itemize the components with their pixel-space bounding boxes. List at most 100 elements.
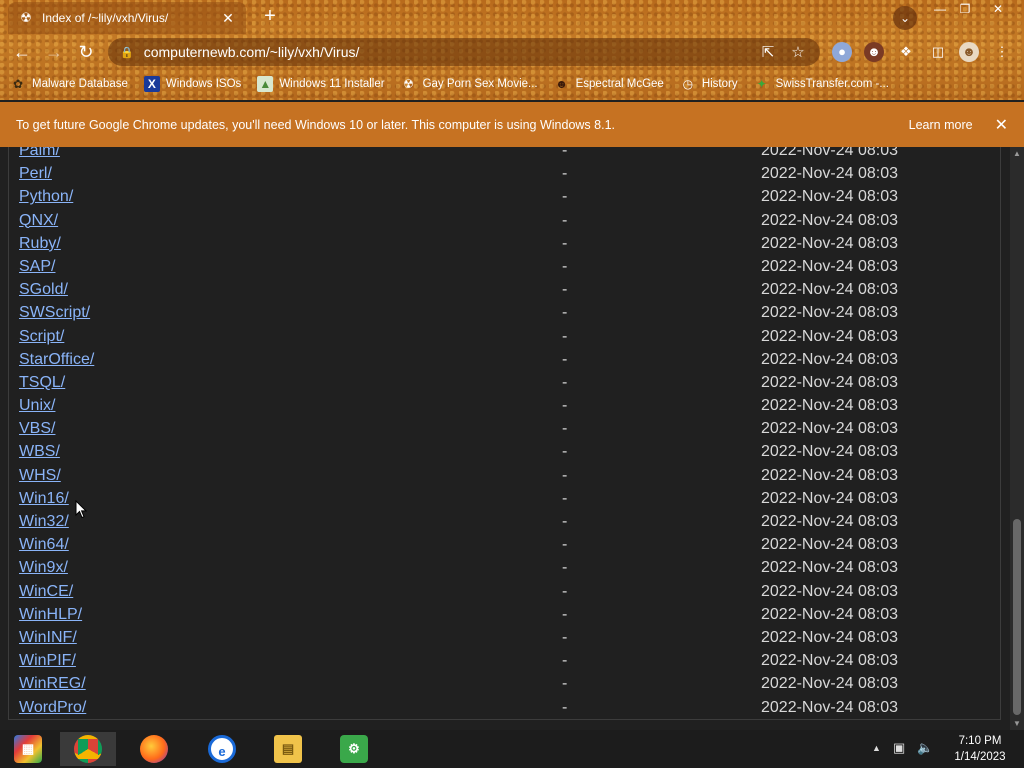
- bookmark-swisstransfer[interactable]: ✦ SwissTransfer.com -...: [754, 76, 889, 92]
- forward-icon[interactable]: →: [42, 41, 66, 65]
- directory-link[interactable]: Perl/: [19, 165, 52, 183]
- directory-link[interactable]: Win32/: [19, 513, 69, 531]
- bookmark-site[interactable]: ☢ Gay Porn Sex Movie...: [401, 76, 537, 92]
- scroll-down-icon[interactable]: ▼: [1013, 719, 1021, 728]
- directory-link[interactable]: WBS/: [19, 443, 60, 461]
- table-row: SGold/ - 2022-Nov-24 08:03: [19, 278, 999, 301]
- modified-date-cell: 2022-Nov-24 08:03: [761, 304, 898, 322]
- infobar-close-icon[interactable]: ✕: [995, 115, 1008, 135]
- menu-icon[interactable]: ⋮: [992, 42, 1012, 62]
- size-cell: -: [562, 443, 568, 461]
- table-row: WHS/ - 2022-Nov-24 08:03: [19, 464, 999, 487]
- directory-link[interactable]: Palm/: [19, 147, 60, 160]
- directory-link[interactable]: Win9x/: [19, 559, 68, 577]
- clock-time: 7:10 PM: [958, 735, 1002, 747]
- tab-close-icon[interactable]: ✕: [220, 10, 236, 27]
- window-close-icon[interactable]: ✕: [986, 2, 1010, 18]
- directory-link[interactable]: Win16/: [19, 490, 69, 508]
- size-cell: -: [562, 559, 568, 577]
- table-row: StarOffice/ - 2022-Nov-24 08:03: [19, 348, 999, 371]
- taskbar-edge[interactable]: e: [194, 732, 250, 766]
- extension-flag-icon[interactable]: ●: [832, 42, 852, 62]
- modified-date-cell: 2022-Nov-24 08:03: [761, 698, 898, 716]
- modified-date-cell: 2022-Nov-24 08:03: [761, 188, 898, 206]
- directory-link[interactable]: SGold/: [19, 281, 68, 299]
- directory-link[interactable]: WinCE/: [19, 583, 73, 601]
- bookmark-espectral-mcgee[interactable]: ☻ Espectral McGee: [554, 76, 664, 92]
- table-row: SAP/ - 2022-Nov-24 08:03: [19, 255, 999, 278]
- minimize-icon[interactable]: —: [928, 2, 952, 18]
- size-cell: -: [562, 281, 568, 299]
- directory-link[interactable]: WinINF/: [19, 629, 77, 647]
- clock-date: 1/14/2023: [954, 751, 1006, 763]
- table-row: Win16/ - 2022-Nov-24 08:03: [19, 487, 999, 510]
- directory-link[interactable]: WinPIF/: [19, 652, 76, 670]
- network-icon[interactable]: ▣: [893, 740, 905, 756]
- url-text[interactable]: computernewb.com/~lily/vxh/Virus/: [144, 44, 748, 60]
- taskbar-network-app[interactable]: ⚙: [326, 732, 382, 766]
- modified-date-cell: 2022-Nov-24 08:03: [761, 327, 898, 345]
- update-infobar: To get future Google Chrome updates, you…: [0, 102, 1024, 147]
- directory-link[interactable]: Python/: [19, 188, 73, 206]
- directory-link[interactable]: Ruby/: [19, 235, 61, 253]
- size-cell: -: [562, 582, 568, 600]
- file-explorer-icon: ▤: [274, 735, 302, 763]
- bookmark-windows-isos[interactable]: X Windows ISOs: [143, 76, 241, 92]
- directory-link[interactable]: SWScript/: [19, 304, 90, 322]
- taskbar-firefox[interactable]: [126, 732, 182, 766]
- size-cell: -: [562, 675, 568, 693]
- directory-link[interactable]: QNX/: [19, 212, 58, 230]
- directory-link[interactable]: TSQL/: [19, 374, 65, 392]
- tray-overflow-icon[interactable]: ▲: [872, 743, 881, 753]
- directory-link[interactable]: WHS/: [19, 467, 61, 485]
- directory-link[interactable]: SAP/: [19, 258, 55, 276]
- size-cell: -: [562, 257, 568, 275]
- modified-date-cell: 2022-Nov-24 08:03: [761, 675, 898, 693]
- share-icon[interactable]: ⇱: [758, 43, 778, 61]
- table-row: Palm/ - 2022-Nov-24 08:03: [19, 147, 999, 162]
- learn-more-link[interactable]: Learn more: [909, 118, 973, 132]
- modified-date-cell: 2022-Nov-24 08:03: [761, 211, 898, 229]
- infobar-message: To get future Google Chrome updates, you…: [16, 117, 615, 132]
- directory-link[interactable]: WordPro/: [19, 699, 86, 717]
- volume-icon[interactable]: 🔈: [917, 740, 933, 756]
- bookmark-malware-database[interactable]: ✿ Malware Database: [10, 76, 128, 92]
- page-scrollbar[interactable]: ▲ ▼: [1010, 147, 1024, 730]
- profile-icon[interactable]: ☻: [959, 42, 979, 62]
- size-cell: -: [562, 147, 568, 159]
- address-bar[interactable]: 🔒 computernewb.com/~lily/vxh/Virus/ ⇱ ☆: [108, 38, 820, 66]
- modified-date-cell: 2022-Nov-24 08:03: [761, 257, 898, 275]
- directory-link[interactable]: VBS/: [19, 420, 55, 438]
- taskbar-clock[interactable]: 7:10 PM 1/14/2023: [940, 733, 1020, 765]
- scroll-up-icon[interactable]: ▲: [1013, 149, 1021, 158]
- directory-link[interactable]: Script/: [19, 328, 64, 346]
- bookmark-windows-11-installer[interactable]: ▲ Windows 11 Installer: [257, 76, 385, 92]
- extensions-puzzle-icon[interactable]: ❖: [896, 42, 916, 62]
- directory-link[interactable]: WinHLP/: [19, 606, 82, 624]
- scrollbar-thumb[interactable]: [1013, 519, 1021, 715]
- table-row: VBS/ - 2022-Nov-24 08:03: [19, 417, 999, 440]
- directory-link[interactable]: WinREG/: [19, 675, 86, 693]
- new-tab-button[interactable]: +: [259, 6, 281, 28]
- size-cell: -: [562, 373, 568, 391]
- extension-avatar-icon[interactable]: ☻: [864, 42, 884, 62]
- tab-search-icon[interactable]: ⌄: [893, 6, 917, 30]
- side-panel-icon[interactable]: ◫: [928, 42, 948, 62]
- browser-tab[interactable]: ☢ Index of /~lily/vxh/Virus/ ✕: [8, 2, 246, 34]
- taskbar-chrome[interactable]: [60, 732, 116, 766]
- table-row: Win32/ - 2022-Nov-24 08:03: [19, 510, 999, 533]
- taskbar-file-explorer[interactable]: ▤: [260, 732, 316, 766]
- directory-link[interactable]: Win64/: [19, 536, 69, 554]
- reload-icon[interactable]: ↻: [74, 41, 98, 65]
- size-cell: -: [562, 188, 568, 206]
- directory-link[interactable]: Unix/: [19, 397, 55, 415]
- start-button[interactable]: ▦: [0, 732, 56, 766]
- lock-icon[interactable]: 🔒: [120, 46, 134, 59]
- network-app-icon: ⚙: [340, 735, 368, 763]
- restore-icon[interactable]: ❐: [953, 2, 977, 18]
- bookmark-history[interactable]: ◷ History: [680, 76, 738, 92]
- back-icon[interactable]: ←: [10, 41, 34, 65]
- bookmark-star-icon[interactable]: ☆: [788, 43, 808, 61]
- directory-link[interactable]: StarOffice/: [19, 351, 94, 369]
- size-cell: -: [562, 698, 568, 716]
